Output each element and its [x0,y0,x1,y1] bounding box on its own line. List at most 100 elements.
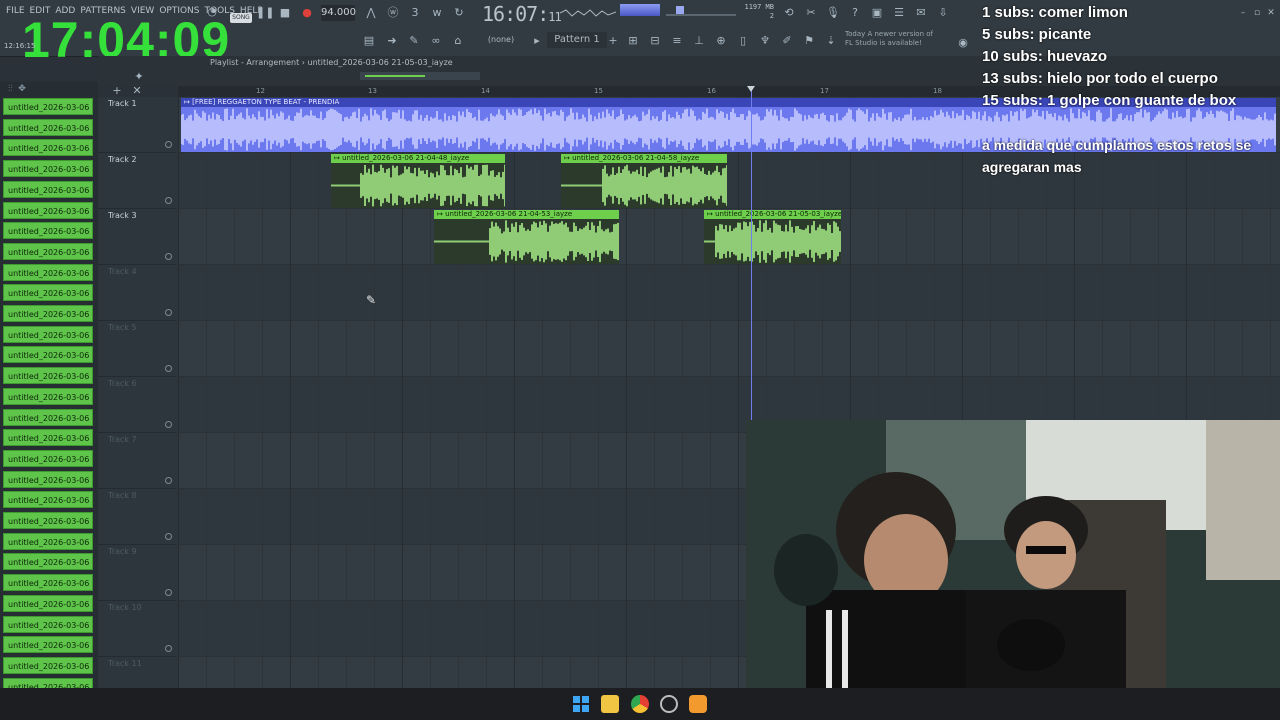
save-icon[interactable]: ▣ [870,6,884,20]
download-tray-icon[interactable]: ⇣ [824,34,838,48]
playhead-line[interactable] [751,86,752,420]
track-header[interactable]: Track 1 [98,97,176,153]
plug-icon[interactable]: ♆ [758,34,772,48]
channel-selector[interactable]: (none) [480,32,522,48]
browser-item[interactable]: untitled_2026-03-06 21- [3,408,93,426]
clip-title[interactable]: ↦ untitled_2026-03-06 21-04-48_iayze [331,154,505,163]
clip-title[interactable]: ↦ untitled_2026-03-06 21-05-03_iayze [704,210,841,219]
stop-icon[interactable]: ■ [278,6,292,20]
browser-item[interactable]: untitled_2026-03-06 21- [3,201,93,219]
close-track-icon[interactable]: ✕ [130,84,144,98]
browser-item[interactable]: untitled_2026-03-06 21- [3,263,93,281]
clip-title[interactable]: ↦ untitled_2026-03-06 21-04-53_iayze [434,210,619,219]
tempo-display[interactable]: 94.000 [321,5,356,21]
add-pattern-icon[interactable]: + [606,34,620,48]
track-header[interactable]: Track 3 [98,209,176,265]
channel-rack-icon[interactable]: ⊟ [648,34,662,48]
step-edit-icon[interactable]: w [430,6,444,20]
track-enable-icon[interactable] [165,253,172,260]
browser-item[interactable]: untitled_2026-03-06 21- [3,180,93,198]
news-panel[interactable]: Today A newer version of FL Studio is ava… [845,30,933,48]
minimize-icon[interactable]: – [1236,6,1250,20]
file-icon[interactable]: ▯ [736,34,750,48]
audio-clip[interactable]: ↦ untitled_2026-03-06 21-04-48_iayze [331,154,505,208]
track-header[interactable]: Track 8 [98,489,176,545]
pattern-arrow-icon[interactable]: ▸ [530,34,544,48]
track-enable-icon[interactable] [165,477,172,484]
rewind-icon[interactable]: ⟲ [782,6,796,20]
song-mode-button[interactable]: SONG [230,13,252,23]
track-header[interactable]: Track 7 [98,433,176,489]
audio-clip[interactable]: ↦ untitled_2026-03-06 21-05-03_iayze [704,210,841,264]
browser-item[interactable]: untitled_2026-03-06 21- [3,118,93,136]
chat-icon[interactable]: ✉ [914,6,928,20]
clip-title[interactable]: ↦ untitled_2026-03-06 21-04-58_iayze [561,154,727,163]
browser-item[interactable]: untitled_2026-03-06 21- [3,512,93,529]
pause-icon[interactable]: ❚❚ [256,6,274,20]
wait-input-icon[interactable]: ⓦ [386,6,400,20]
browser-item[interactable]: untitled_2026-03-06 21- [3,284,93,302]
maximize-icon[interactable]: ▫ [1250,6,1264,20]
browser-item[interactable]: untitled_2026-03-06 21- [3,222,93,240]
mixer-icon[interactable]: ☰ [892,6,906,20]
loop-record-icon[interactable]: ↻ [452,6,466,20]
browser-item[interactable]: untitled_2026-03-06 21- [3,470,93,488]
browser-item[interactable]: untitled_2026-03-06 21- [3,553,93,571]
arrow-right-icon[interactable]: ➜ [385,34,399,48]
piano-roll-icon[interactable]: ≡ [670,34,684,48]
track-header[interactable]: Track 6 [98,377,176,433]
track-enable-icon[interactable] [165,365,172,372]
audio-clip[interactable]: ↦ untitled_2026-03-06 21-04-58_iayze [561,154,727,208]
playhead-marker[interactable] [747,86,755,92]
track-enable-icon[interactable] [165,645,172,652]
track-header[interactable]: Track 5 [98,321,176,377]
track-enable-icon[interactable] [165,589,172,596]
browser-item[interactable]: untitled_2026-03-06 21- [3,636,93,654]
link-icon[interactable]: ∞ [429,34,443,48]
chrome-icon[interactable] [631,695,649,713]
track-lane[interactable] [178,321,1280,377]
track-enable-icon[interactable] [165,309,172,316]
mixer-view-icon[interactable]: ⊞ [626,34,640,48]
pitch-knob[interactable] [676,6,684,14]
track-header[interactable]: Track 9 [98,545,176,601]
add-track-icon[interactable]: + [110,84,124,98]
browser-item[interactable]: untitled_2026-03-06 21- [3,449,93,467]
track-enable-icon[interactable] [165,197,172,204]
brush-icon[interactable]: ✐ [780,34,794,48]
browser-item[interactable]: untitled_2026-03-06 21- [3,574,93,592]
countdown-icon[interactable]: 3 [408,6,422,20]
snap-icon[interactable]: ✂ [804,6,818,20]
browser-item[interactable]: untitled_2026-03-06 21- [3,346,93,364]
mic-icon[interactable]: 🎙 [826,6,840,20]
track-lane[interactable] [178,265,1280,321]
track-header[interactable]: Track 10 [98,601,176,657]
record-icon[interactable]: ● [300,6,314,20]
pattern-selector[interactable]: Pattern 1 [547,32,607,48]
browser-item[interactable]: untitled_2026-03-06 21- [3,491,93,509]
browser-item[interactable]: untitled_2026-03-06 21- [3,429,93,447]
browser-item[interactable]: untitled_2026-03-06 21- [3,387,93,405]
browser-item[interactable]: untitled_2026-03-06 21- [3,98,93,115]
song-position-clock[interactable]: 16:07:11 [482,2,562,26]
track-enable-icon[interactable] [165,421,172,428]
stamp-icon[interactable]: ⌂ [451,34,465,48]
playlist-snap-icon[interactable]: ✦ [132,70,146,84]
windows-start-icon[interactable] [572,695,590,713]
car-icon[interactable]: ⚑ [802,34,816,48]
browser-item[interactable]: untitled_2026-03-06 21- [3,367,93,385]
master-pitch-slider[interactable] [666,14,736,16]
playlist-icon[interactable]: ▤ [362,34,376,48]
pencil-icon[interactable]: ✎ [407,34,421,48]
browser-item[interactable]: untitled_2026-03-06 21- [3,615,93,633]
browser-item[interactable]: untitled_2026-03-06 21- [3,594,93,612]
track-enable-icon[interactable] [165,533,172,540]
browser-item[interactable]: untitled_2026-03-06 21- [3,139,93,157]
track-enable-icon[interactable] [165,141,172,148]
browser-item[interactable]: untitled_2026-03-06 21- [3,532,93,550]
browser-item[interactable]: untitled_2026-03-06 21- [3,325,93,343]
close-icon[interactable]: ✕ [1264,6,1278,20]
browser-view-icon[interactable]: ⊥ [692,34,706,48]
download-icon[interactable]: ⇩ [936,6,950,20]
browser-item[interactable]: untitled_2026-03-06 21- [3,242,93,260]
